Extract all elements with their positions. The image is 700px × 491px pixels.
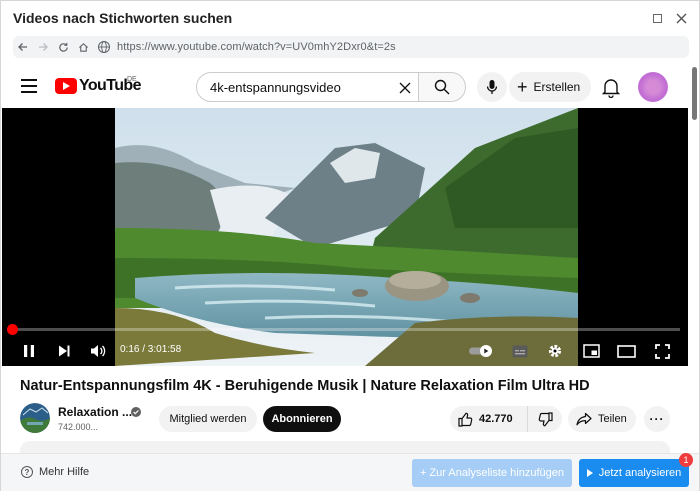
add-to-analysis-list-button[interactable]: + Zur Analyseliste hinzufügen [412,459,572,487]
search-icon [434,79,450,95]
subscribe-button[interactable]: Abonnieren [263,406,341,432]
create-button[interactable]: + Erstellen [509,72,591,102]
plus-icon: + [517,77,528,97]
progress-bar[interactable] [12,328,680,331]
scrollbar[interactable] [689,67,699,442]
arrow-left-icon [18,43,27,51]
miniplayer-icon [582,344,600,358]
maximize-button[interactable] [649,10,665,26]
like-button[interactable]: 42.770 [450,406,528,432]
globe-icon [98,41,110,53]
close-icon [676,13,686,23]
help-label: Mehr Hilfe [39,466,90,478]
close-icon [399,82,411,94]
app-window: Videos nach Stichworten suchen https://w… [0,0,700,491]
search-input[interactable]: 4k-entspannungsvideo [196,72,418,102]
channel-avatar[interactable] [20,403,50,433]
autoplay-toggle-icon [469,345,492,357]
title-bar: Videos nach Stichworten suchen [1,1,699,35]
back-button[interactable] [13,36,33,58]
home-icon [78,42,88,52]
volume-icon [91,345,106,357]
maximize-icon [652,13,662,23]
microphone-icon [486,80,498,94]
window-title: Videos nach Stichworten suchen [13,10,233,26]
pause-icon [24,345,34,357]
theater-icon [616,344,636,358]
question-icon: ? [21,466,33,478]
gear-icon [548,344,562,358]
youtube-header: YouTube DE 4k-entspannungsvideo + Erstel… [1,67,689,107]
clear-search-button[interactable] [394,77,416,99]
fullscreen-icon [654,343,670,359]
analyze-now-button[interactable]: Jetzt analysieren [579,459,689,487]
analyze-label: Jetzt analysieren [598,467,682,479]
progress-scrubber[interactable] [7,324,18,335]
reload-icon [58,42,68,52]
create-label: Erstellen [533,80,581,94]
video-player[interactable]: 0:16 / 3:01:58 [2,108,688,366]
region-code: DE [127,76,137,83]
miniplayer-button[interactable] [580,341,602,361]
next-button[interactable] [54,341,74,361]
settings-button[interactable] [545,341,565,361]
avatar[interactable] [638,72,668,102]
thumbs-up-icon [458,412,473,427]
browser-address-bar: https://www.youtube.com/watch?v=UV0mhY2D… [13,36,689,58]
bell-icon[interactable] [601,76,621,98]
description-box[interactable] [20,441,670,453]
close-button[interactable] [673,10,689,26]
subtitles-button[interactable] [510,341,530,361]
volume-button[interactable] [88,341,108,361]
subtitles-icon [512,345,528,357]
dislike-button[interactable] [528,406,562,432]
pause-button[interactable] [19,341,39,361]
voice-search-button[interactable] [477,72,507,102]
arrow-right-icon [39,43,48,51]
skip-next-icon [59,345,70,357]
like-dislike-group: 42.770 [450,406,562,432]
autoplay-toggle[interactable] [467,341,495,361]
scrollbar-thumb[interactable] [692,67,697,120]
thumbs-down-icon [538,411,553,426]
channel-name[interactable]: Relaxation ... [58,405,132,419]
fullscreen-button[interactable] [651,341,673,361]
more-actions-button[interactable]: ··· [644,406,670,432]
youtube-play-icon [55,78,77,94]
forward-button[interactable] [33,36,53,58]
time-display: 0:16 / 3:01:58 [120,344,182,355]
url-field[interactable]: https://www.youtube.com/watch?v=UV0mhY2D… [117,41,396,53]
like-count: 42.770 [479,413,513,425]
help-link[interactable]: ? Mehr Hilfe [21,466,89,478]
theater-mode-button[interactable] [615,341,637,361]
share-label: Teilen [598,413,627,425]
menu-icon[interactable] [21,79,37,93]
footer-bar: ? Mehr Hilfe + Zur Analyseliste hinzufüg… [1,453,699,491]
reload-button[interactable] [53,36,73,58]
notification-badge: 1 [679,453,693,467]
home-button[interactable] [73,36,93,58]
subscriber-count: 742.000... [58,422,99,432]
search-button[interactable] [418,72,466,102]
verified-icon [131,407,141,417]
search-query: 4k-entspannungsvideo [210,80,341,95]
share-button[interactable]: Teilen [568,406,636,432]
join-button[interactable]: Mitglied werden [159,406,257,432]
play-icon [586,469,593,477]
share-icon [576,412,592,426]
video-title: Natur-Entspannungsfilm 4K - Beruhigende … [20,378,590,394]
